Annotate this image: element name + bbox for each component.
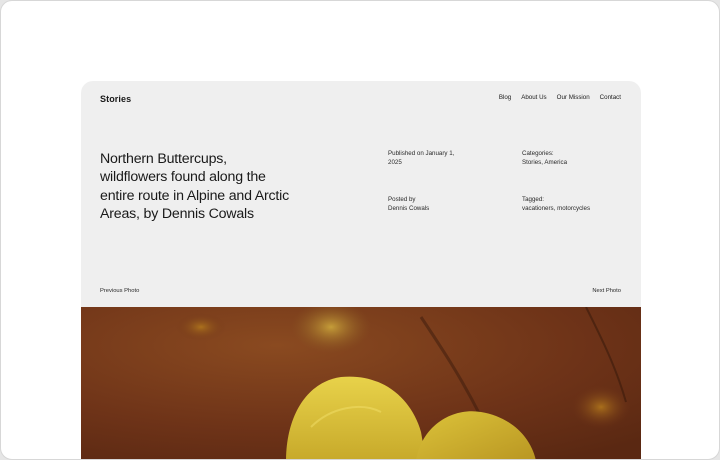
published-year: 2025 xyxy=(388,158,402,166)
page-card: Stories Blog About Us Our Mission Contac… xyxy=(81,81,641,459)
nav-contact[interactable]: Contact xyxy=(600,94,621,101)
tagged-label: Tagged: xyxy=(522,196,545,203)
posted-by-meta: Posted by Dennis Cowals xyxy=(388,196,478,214)
tagged-value[interactable]: vacationers, motorcycles xyxy=(522,205,612,214)
next-photo-link[interactable]: Next Photo xyxy=(592,288,621,294)
nav-our-mission[interactable]: Our Mission xyxy=(557,94,590,101)
categories-label: Categories: xyxy=(522,150,554,157)
categories-meta: Categories: Stories, America xyxy=(522,150,612,168)
hero-photo xyxy=(81,307,641,459)
posted-by-label: Posted by xyxy=(388,196,416,203)
published-label: Published on January 1, xyxy=(388,150,455,157)
nav-about-us[interactable]: About Us xyxy=(521,94,546,101)
post-title: Northern Buttercups, wildflowers found a… xyxy=(100,151,289,223)
published-meta: Published on January 1, 2025 xyxy=(388,150,478,168)
site-brand[interactable]: Stories xyxy=(100,94,131,104)
previous-photo-link[interactable]: Previous Photo xyxy=(100,288,139,294)
main-nav: Blog About Us Our Mission Contact xyxy=(499,94,621,101)
posted-by-value[interactable]: Dennis Cowals xyxy=(388,205,478,214)
nav-blog[interactable]: Blog xyxy=(499,94,511,101)
categories-value[interactable]: Stories, America xyxy=(522,159,612,168)
buttercup-photo xyxy=(81,307,641,459)
browser-frame: Stories Blog About Us Our Mission Contac… xyxy=(0,0,720,460)
tagged-meta: Tagged: vacationers, motorcycles xyxy=(522,196,612,214)
